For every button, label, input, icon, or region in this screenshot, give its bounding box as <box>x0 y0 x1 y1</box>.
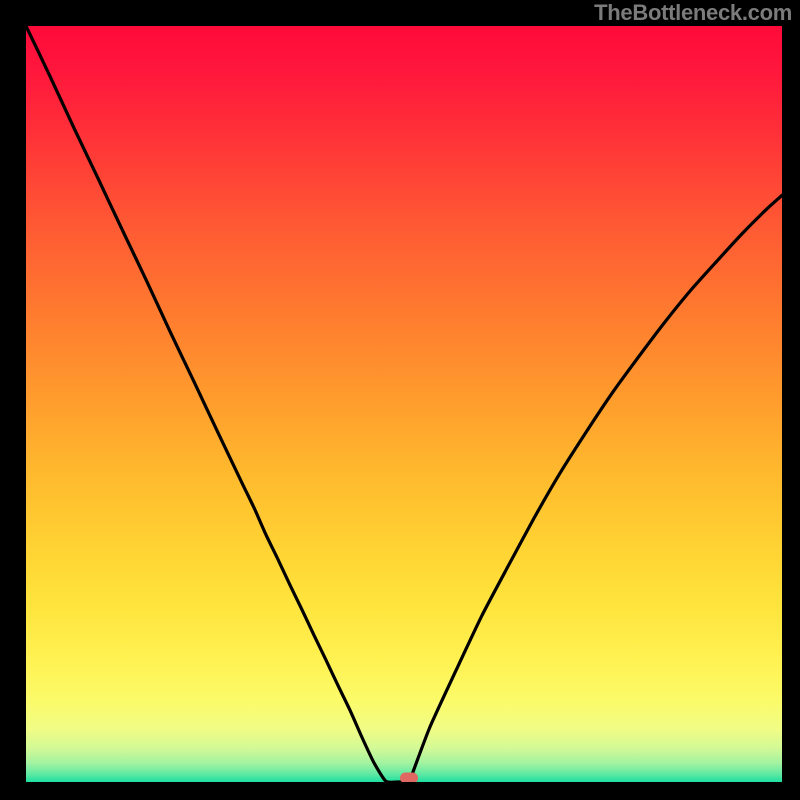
optimal-point-marker <box>400 773 418 783</box>
bottleneck-curve <box>26 26 782 782</box>
plot-area <box>26 26 782 782</box>
curve-svg <box>26 26 782 782</box>
attribution-label: TheBottleneck.com <box>594 0 792 26</box>
chart-frame: TheBottleneck.com <box>0 0 800 800</box>
